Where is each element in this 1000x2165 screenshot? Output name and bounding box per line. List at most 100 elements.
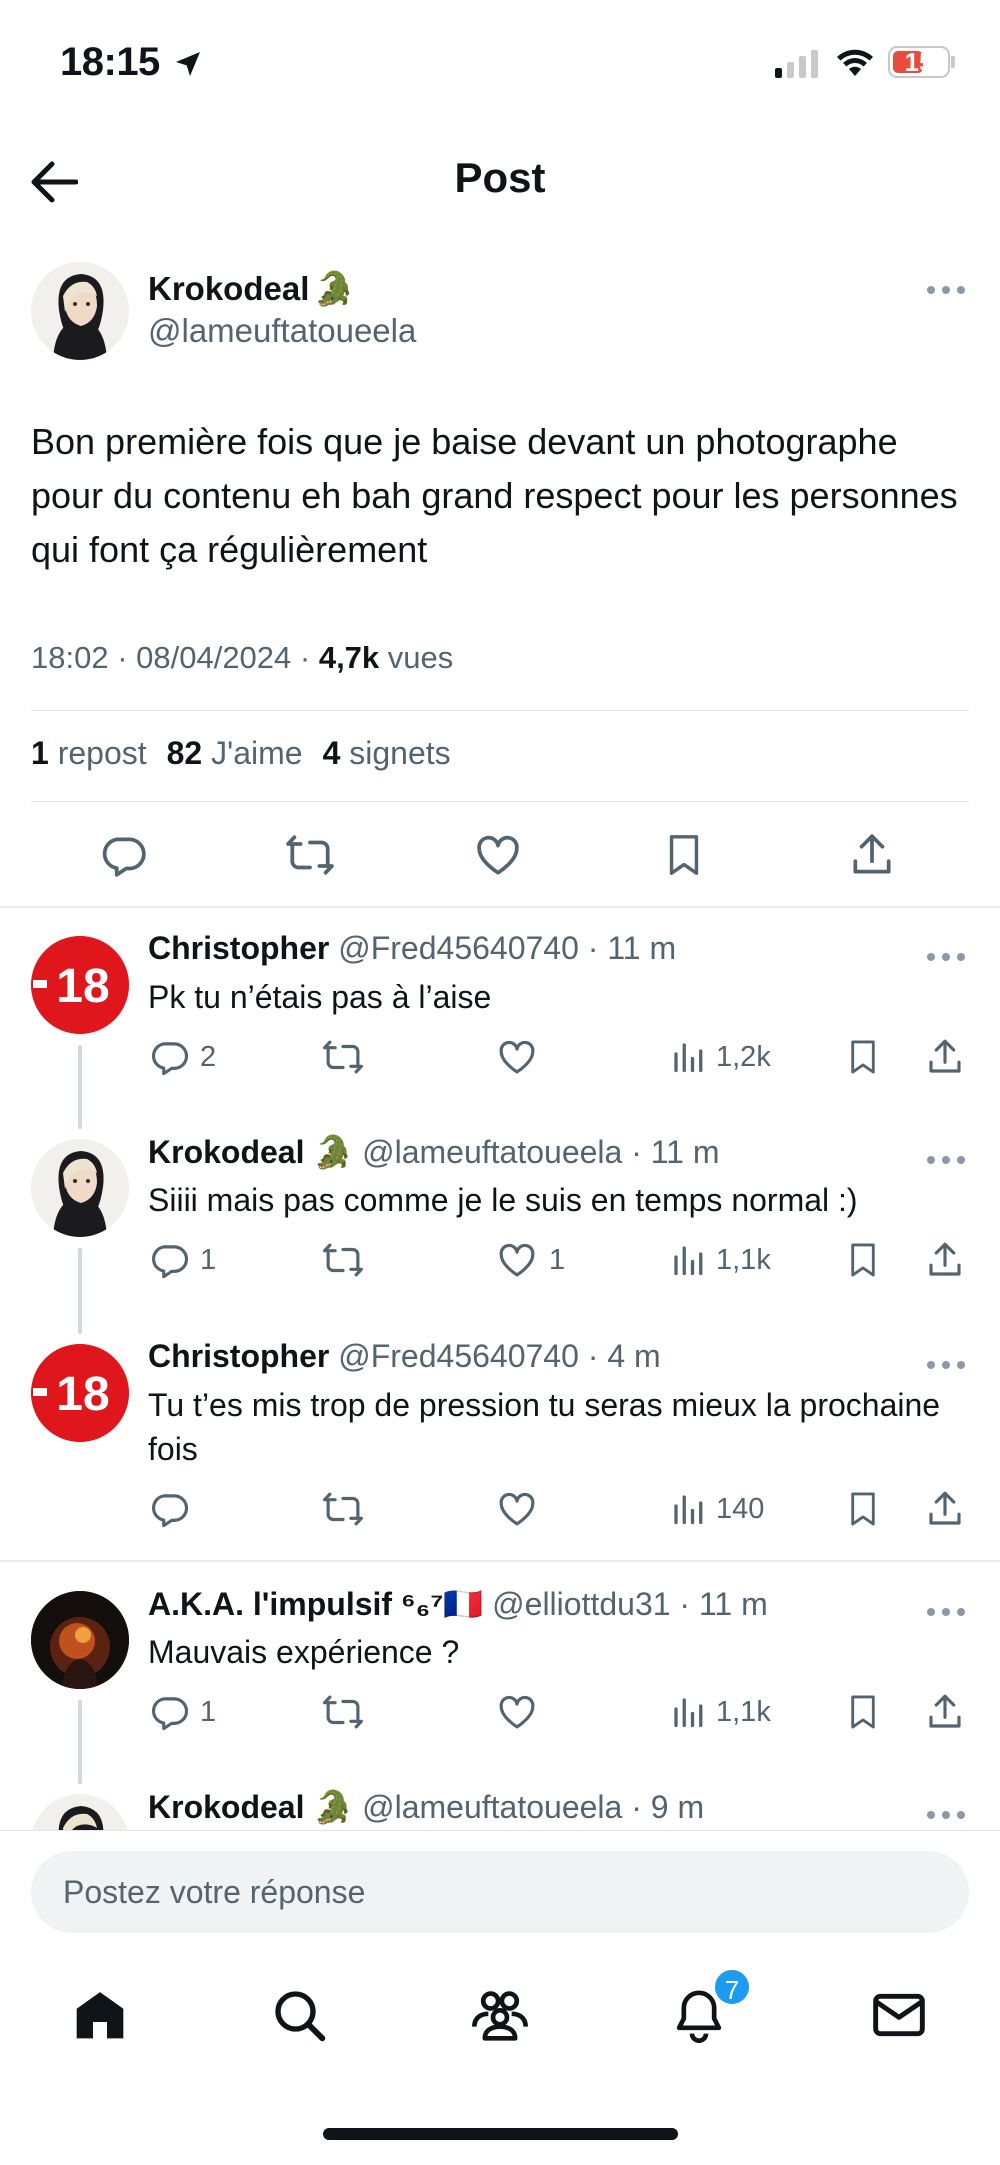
reply-header: A.K.A. l'impulsif ⁶₆⁷🇫🇷 @elliottdu31 · 1… [148, 1585, 768, 1623]
more-button[interactable] [921, 942, 971, 972]
battery-icon: 15 [888, 46, 950, 78]
reply-author-name[interactable]: Christopher [148, 1338, 329, 1374]
bookmark-button[interactable] [844, 1235, 882, 1285]
tab-communities[interactable] [465, 1980, 535, 2050]
share-button[interactable] [924, 1235, 966, 1285]
author-name[interactable]: Krokodeal [148, 270, 309, 307]
more-button[interactable] [921, 275, 971, 305]
avatar[interactable]: 18 [31, 1344, 129, 1442]
share-button[interactable] [924, 1687, 966, 1737]
repost-button[interactable] [320, 1235, 366, 1285]
reply-header: Christopher @Fred45640740 · 11 m [148, 930, 676, 967]
reply-button[interactable] [93, 825, 153, 885]
like-count: 1 [549, 1243, 566, 1276]
reply-author-name[interactable]: Krokodeal [148, 1134, 304, 1170]
author-handle[interactable]: @lameuftatoueela [148, 312, 416, 350]
reply-author-emoji: 🐊 [313, 1134, 354, 1170]
reply-author-name[interactable]: Krokodeal [148, 1789, 304, 1825]
bookmark-button[interactable] [654, 825, 714, 885]
reposts-stat[interactable]: 1 repost [31, 735, 147, 771]
like-icon [477, 835, 519, 875]
views-button[interactable]: 1,1k [670, 1687, 771, 1737]
more-button[interactable] [921, 1145, 971, 1175]
views-button[interactable]: 1,2k [670, 1032, 771, 1082]
tab-search[interactable] [264, 1980, 334, 2050]
like-button[interactable] [495, 1032, 549, 1082]
reply-text: Siiii mais pas comme je le suis en temps… [148, 1182, 858, 1218]
share-button[interactable] [924, 1484, 966, 1534]
more-button[interactable] [921, 1800, 971, 1830]
share-button[interactable] [842, 825, 902, 885]
bookmark-button[interactable] [844, 1484, 882, 1534]
reply-author-name[interactable]: Christopher [148, 930, 329, 966]
reply-item[interactable]: Krokodeal 🐊 @lameuftatoueela · 9 m [0, 1788, 1000, 1830]
reply-icon [151, 1245, 189, 1279]
like-button[interactable]: 1 [495, 1235, 565, 1285]
bookmark-icon [851, 1040, 875, 1074]
reply-text: Pk tu n’étais pas à l’aise [148, 979, 492, 1015]
share-button[interactable] [924, 1032, 966, 1082]
bookmark-icon [851, 1492, 875, 1526]
reply-time: · 4 m [578, 1338, 661, 1374]
reply-button[interactable]: 1 [148, 1687, 216, 1737]
more-button[interactable] [921, 1350, 971, 1380]
share-icon [929, 1242, 961, 1276]
avatar-label: 18 [56, 960, 109, 1013]
reply-author-handle[interactable]: @Fred45640740 [338, 930, 579, 966]
reply-button[interactable]: 2 [148, 1032, 216, 1082]
avatar[interactable] [31, 1139, 129, 1237]
reply-icon [151, 1494, 189, 1528]
author-emoji: 🐊 [313, 270, 355, 307]
views-count: 1,1k [716, 1243, 771, 1276]
reply-author-handle[interactable]: @lameuftatoueela [362, 1134, 622, 1170]
reply-button[interactable]: 1 [148, 1235, 216, 1285]
avatar[interactable]: 18 [31, 936, 129, 1034]
bookmarks-stat[interactable]: 4 signets [323, 735, 451, 771]
views-button[interactable]: 140 [670, 1484, 764, 1534]
like-button[interactable] [495, 1687, 549, 1737]
repost-button[interactable] [320, 1687, 366, 1737]
repost-button[interactable] [320, 1032, 366, 1082]
reply-author-handle[interactable]: @lameuftatoueela [362, 1789, 622, 1825]
likes-stat[interactable]: 82 J'aime [167, 735, 303, 771]
avatar[interactable] [31, 1591, 129, 1689]
views-button[interactable]: 1,1k [670, 1235, 771, 1285]
reply-button[interactable] [148, 1484, 200, 1534]
share-icon [929, 1694, 961, 1728]
more-icon [927, 1811, 965, 1819]
tab-messages[interactable] [864, 1980, 934, 2050]
reply-text: Tu t’es mis trop de pression tu seras mi… [148, 1387, 941, 1467]
post-stats: 1 repost 82 J'aime 4 signets [31, 735, 451, 772]
views-count: 1,2k [716, 1040, 771, 1073]
views-icon [674, 1495, 703, 1525]
repost-button[interactable] [280, 825, 340, 885]
like-icon [499, 1695, 535, 1729]
reply-time: · 9 m [622, 1789, 705, 1825]
views-icon [674, 1246, 703, 1276]
repost-button[interactable] [320, 1484, 366, 1534]
reply-input[interactable]: Postez votre réponse [31, 1851, 969, 1933]
communities-icon [472, 1991, 528, 2041]
reply-author-handle[interactable]: @elliottdu31 [492, 1586, 670, 1622]
like-icon [499, 1040, 535, 1074]
like-button[interactable] [495, 1484, 549, 1534]
tab-home[interactable] [65, 1980, 135, 2050]
reply-count: 2 [200, 1040, 217, 1073]
bookmark-button[interactable] [844, 1687, 882, 1737]
more-icon [927, 1608, 965, 1616]
reply-author-name[interactable]: A.K.A. l'impulsif ⁶₆⁷🇫🇷 [148, 1586, 483, 1622]
avatar[interactable] [31, 262, 129, 360]
like-icon [499, 1243, 535, 1277]
bookmark-icon [851, 1695, 875, 1729]
home-indicator[interactable] [323, 2128, 678, 2140]
bookmark-button[interactable] [844, 1032, 882, 1082]
status-time: 18:15 [60, 40, 160, 84]
post-text: Bon première fois que je baise devant un… [31, 421, 958, 570]
reply-header: Krokodeal 🐊 @lameuftatoueela · 9 m [148, 1788, 704, 1826]
reply-header: Krokodeal 🐊 @lameuftatoueela · 11 m [148, 1133, 720, 1171]
like-button[interactable] [468, 825, 528, 885]
reply-author-handle[interactable]: @Fred45640740 [338, 1338, 579, 1374]
avatar[interactable] [31, 1794, 129, 1830]
share-icon [929, 1039, 961, 1073]
more-button[interactable] [921, 1597, 971, 1627]
